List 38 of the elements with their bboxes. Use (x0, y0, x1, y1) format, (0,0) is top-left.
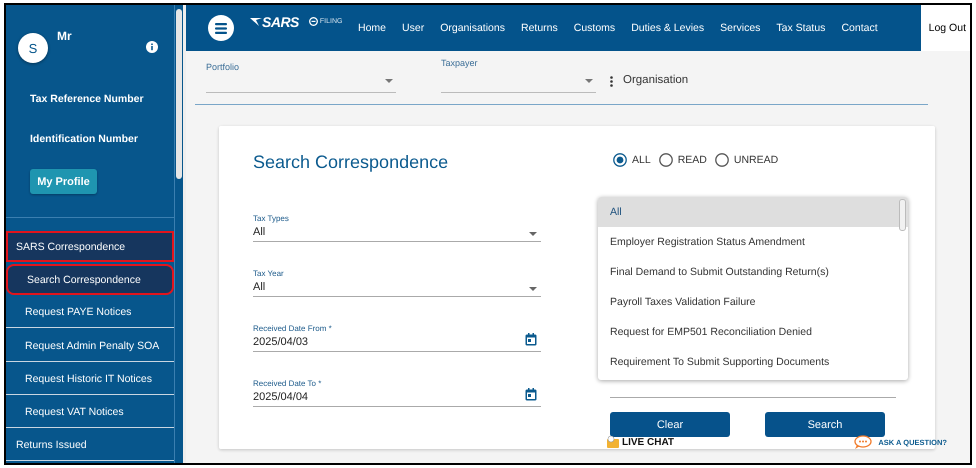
dropdown-option[interactable]: Requirement To Submit Supporting Documents (598, 347, 908, 377)
nav-link[interactable]: Home (350, 22, 394, 34)
radio-button[interactable]: ALL (613, 153, 651, 167)
nav-link[interactable]: Duties & Levies (623, 22, 712, 34)
organisation-label: Organisation (623, 74, 688, 86)
live-chat-link[interactable]: LIVE CHAT (607, 436, 674, 448)
dropdown-field[interactable]: Portfolio (206, 51, 396, 93)
profile-field-label: Tax Reference Number (30, 93, 145, 105)
dropdown-option[interactable]: Final Demand to Submit Outstanding Return(s) (598, 257, 908, 287)
dropdown-option[interactable]: Request for EMP501 Reconciliation Denied (598, 317, 908, 347)
sidebar-item[interactable]: Search Correspondence (6, 264, 174, 296)
dropdown-field[interactable]: Tax Types All (253, 214, 541, 242)
user-name: Mr (57, 29, 72, 43)
nav-link[interactable]: Organisations (432, 22, 513, 34)
date-field[interactable]: Received Date To * 2025/04/04 (253, 379, 541, 407)
sidebar-item[interactable]: SARS Correspondence (6, 230, 174, 262)
nav-link[interactable]: Services (712, 22, 768, 34)
dropdown-field[interactable]: Tax Year All (253, 269, 541, 297)
radio-button[interactable]: UNREAD (714, 153, 778, 167)
avatar-circle: S (18, 33, 48, 63)
nav-link[interactable]: Customs (566, 22, 624, 34)
nav-link[interactable]: Tax Status (768, 22, 834, 34)
radio-button[interactable]: READ (658, 153, 707, 167)
dropdown-option[interactable]: Employer Registration Status Amendment (598, 227, 908, 257)
dropdown-option[interactable]: All (598, 197, 908, 227)
profile-field-label: Identification Number (30, 133, 139, 145)
nav-link[interactable]: Returns (512, 22, 566, 34)
my-profile-button[interactable]: My Profile (30, 169, 97, 194)
logo-text: SARS (250, 14, 299, 30)
dropdown-field[interactable]: Taxpayer (441, 51, 596, 93)
dropdown-option[interactable]: Payroll Taxes Validation Failure (598, 287, 908, 317)
action-button[interactable]: Search (765, 412, 885, 437)
date-field[interactable]: Received Date From * 2025/04/03 (253, 324, 541, 352)
logout-button[interactable]: Log Out (920, 5, 970, 51)
page-title: Search Correspondence (253, 152, 450, 174)
action-button[interactable]: Clear (610, 412, 730, 437)
nav-link[interactable]: User (394, 22, 432, 34)
nav-link[interactable]: Contact (833, 22, 886, 34)
